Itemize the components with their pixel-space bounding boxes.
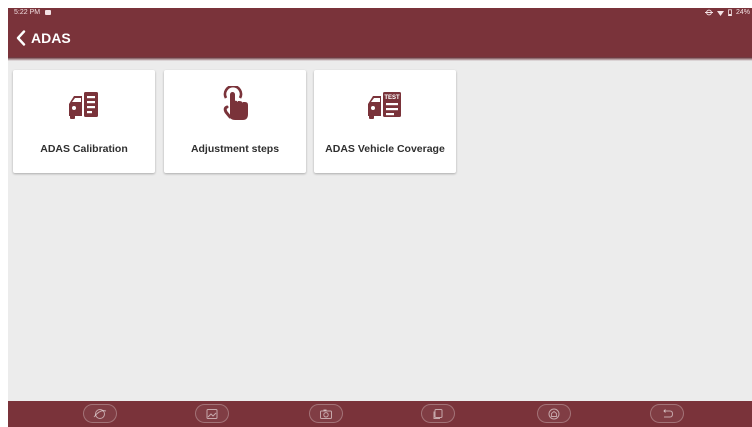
status-bar-right: 24% (704, 9, 750, 16)
data-sync-icon (704, 9, 713, 16)
back-button[interactable] (14, 29, 28, 47)
tile-adas-calibration[interactable]: ADAS Calibration (13, 70, 155, 173)
status-time: 5:22 PM (14, 9, 41, 16)
tile-label: ADAS Calibration (40, 143, 128, 155)
camera-icon (320, 409, 332, 419)
browser-icon (93, 408, 107, 419)
system-nav-bar (8, 401, 752, 427)
chevron-left-icon (16, 30, 26, 46)
back-nav-button[interactable] (650, 404, 684, 423)
tile-adjustment-steps[interactable]: Adjustment steps (164, 70, 306, 173)
browser-button[interactable] (83, 404, 117, 423)
tile-label: ADAS Vehicle Coverage (325, 143, 445, 155)
recent-apps-button[interactable] (421, 404, 455, 423)
header-shadow (8, 57, 752, 61)
status-bar-left: 5:22 PM (14, 9, 52, 16)
home-button[interactable] (537, 404, 571, 423)
notification-icon (45, 10, 52, 15)
tile-adas-vehicle-coverage[interactable]: TEST ADAS Vehicle Coverage (314, 70, 456, 173)
battery-level: 24% (735, 9, 750, 16)
wifi-icon (716, 10, 724, 16)
car-document-icon (69, 92, 98, 119)
recent-apps-icon (433, 408, 443, 419)
gallery-button[interactable] (195, 404, 229, 423)
screen: 5:22 PM 24% ADAS ADAS Calibration Adjust… (8, 8, 752, 427)
home-icon (548, 408, 560, 419)
gallery-icon (206, 408, 218, 419)
camera-button[interactable] (309, 404, 343, 423)
tile-label: Adjustment steps (190, 143, 280, 155)
hand-pointer-icon (223, 86, 248, 120)
car-test-icon: TEST (368, 92, 401, 119)
app-header: 5:22 PM 24% ADAS (8, 8, 752, 57)
back-icon (663, 408, 674, 417)
test-badge: TEST (384, 95, 400, 101)
page-title: ADAS (31, 30, 71, 46)
battery-icon (728, 9, 732, 16)
